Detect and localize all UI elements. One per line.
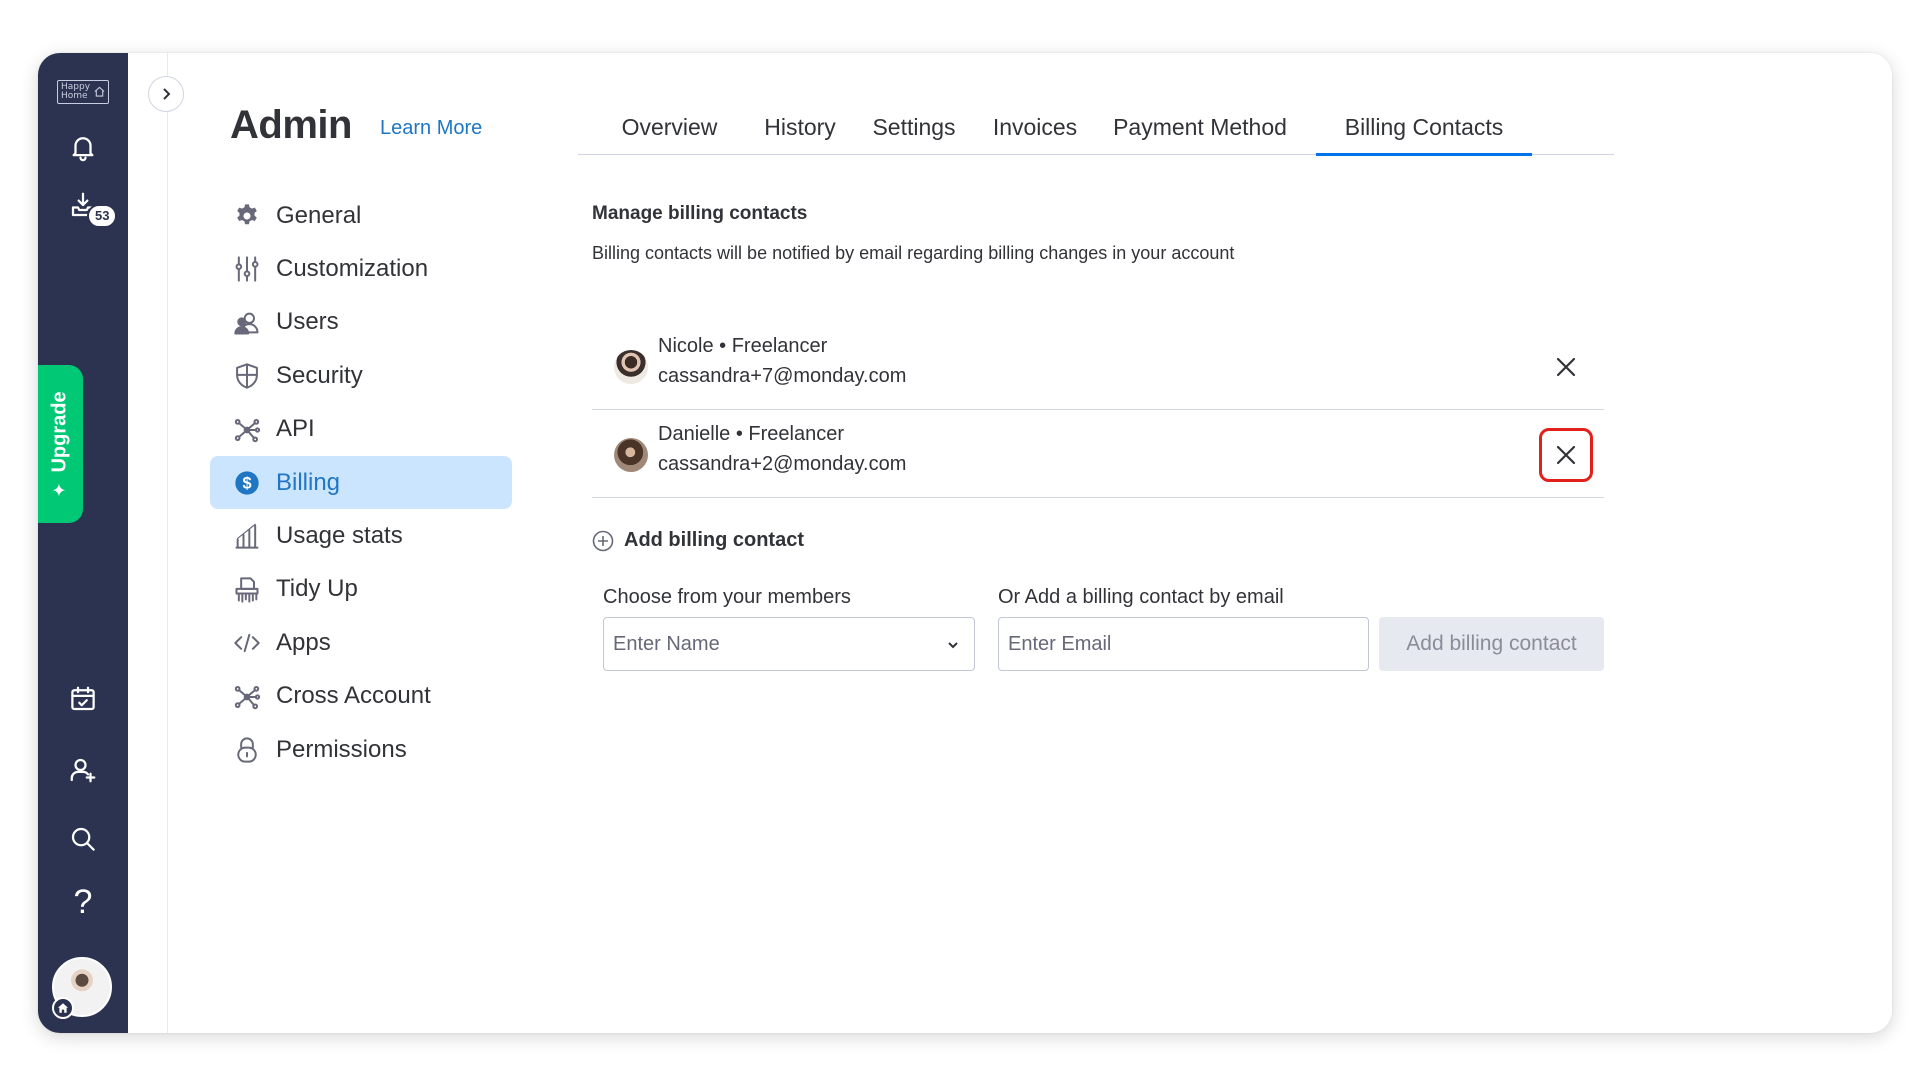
tab-history[interactable]: History xyxy=(759,105,841,155)
shield-icon xyxy=(232,361,262,391)
help-icon[interactable]: ? xyxy=(63,882,103,922)
sidebar-item-label: Cross Account xyxy=(276,682,431,710)
svg-text:$: $ xyxy=(242,475,251,493)
page-title: Admin xyxy=(230,103,352,147)
section-title: Manage billing contacts xyxy=(592,203,808,224)
dollar-coin-icon: $ xyxy=(232,468,262,498)
section-description: Billing contacts will be notified by ema… xyxy=(592,243,1235,263)
users-icon xyxy=(232,308,262,338)
sidebar-item-billing[interactable]: $ Billing xyxy=(210,455,512,510)
left-rail: Happy Home 53 ? xyxy=(38,53,128,1033)
contact-name-role: Danielle • Freelancer xyxy=(658,423,844,445)
add-heading-label: Add billing contact xyxy=(624,529,804,551)
add-billing-contact-button[interactable]: Add billing contact xyxy=(1379,617,1604,671)
sidebar-item-customization[interactable]: Customization xyxy=(210,242,512,295)
sidebar-collapse-strip xyxy=(128,53,168,1033)
remove-contact-button[interactable] xyxy=(1539,428,1593,482)
bar-chart-icon xyxy=(232,521,262,551)
tab-invoices[interactable]: Invoices xyxy=(987,105,1083,155)
sidebar-item-label: Permissions xyxy=(276,735,407,763)
contact-email: cassandra+2@monday.com xyxy=(658,453,907,475)
contact-avatar xyxy=(614,350,648,384)
sidebar-item-label: Usage stats xyxy=(276,522,403,550)
sidebar-item-label: Users xyxy=(276,308,339,336)
sidebar-item-cross-account[interactable]: Cross Account xyxy=(210,670,512,723)
search-icon[interactable] xyxy=(63,819,103,859)
sidebar-item-label: Security xyxy=(276,361,363,389)
api-network-icon xyxy=(232,415,262,445)
chevron-right-icon xyxy=(163,88,171,100)
close-icon xyxy=(1556,445,1576,465)
contact-name-role: Nicole • Freelancer xyxy=(658,335,828,357)
lock-icon xyxy=(232,735,262,765)
notification-count-badge: 53 xyxy=(87,204,118,228)
sidebar-item-apps[interactable]: Apps xyxy=(210,616,512,669)
bell-icon[interactable] xyxy=(63,127,103,167)
code-icon xyxy=(232,628,262,658)
remove-contact-button[interactable] xyxy=(1539,340,1593,394)
expand-sidebar-button[interactable] xyxy=(148,76,184,112)
upgrade-label: Upgrade xyxy=(49,390,71,473)
network-icon xyxy=(232,682,262,712)
tab-billing-contacts[interactable]: Billing Contacts xyxy=(1316,105,1532,156)
app-window: Happy Home 53 ? ✦ Upgrade Admin Learn Mo… xyxy=(38,53,1892,1033)
upgrade-button[interactable]: ✦ Upgrade xyxy=(38,365,83,523)
contact-avatar xyxy=(614,438,648,472)
email-input[interactable] xyxy=(998,617,1369,671)
plus-circle-icon xyxy=(592,530,614,551)
sidebar-item-general[interactable]: General xyxy=(210,189,512,242)
gear-icon xyxy=(232,201,262,231)
sidebar-item-label: Tidy Up xyxy=(276,575,358,603)
email-field-label: Or Add a billing contact by email xyxy=(998,586,1284,608)
member-select[interactable]: Enter Name xyxy=(603,617,975,671)
sparkle-icon: ✦ xyxy=(50,482,70,498)
members-field-label: Choose from your members xyxy=(603,586,851,608)
admin-menu: General Customization Users Security API xyxy=(210,189,512,776)
sidebar-item-label: Billing xyxy=(276,468,341,496)
tab-settings[interactable]: Settings xyxy=(867,105,961,155)
home-icon[interactable] xyxy=(52,997,74,1019)
billing-contact-row: Nicole • Freelancer cassandra+7@monday.c… xyxy=(592,322,1604,410)
invite-user-icon[interactable] xyxy=(63,750,103,790)
chevron-down-icon xyxy=(948,642,958,649)
sidebar-item-api[interactable]: API xyxy=(210,403,512,456)
sidebar-item-label: Apps xyxy=(276,628,331,656)
calendar-check-icon[interactable] xyxy=(63,679,103,719)
sidebar-item-label: Customization xyxy=(276,255,429,283)
contact-email: cassandra+7@monday.com xyxy=(658,365,907,387)
tab-payment-method[interactable]: Payment Method xyxy=(1109,105,1291,155)
sliders-icon xyxy=(232,254,262,284)
workspace-logo[interactable]: Happy Home xyxy=(57,80,109,104)
house-icon xyxy=(94,86,105,97)
admin-tabs: Overview History Settings Invoices Payme… xyxy=(578,105,1614,156)
shredder-icon xyxy=(232,575,262,605)
sidebar-item-label: General xyxy=(276,201,362,229)
billing-contact-row: Danielle • Freelancer cassandra+2@monday… xyxy=(592,410,1604,498)
sidebar-item-security[interactable]: Security xyxy=(210,349,512,402)
sidebar-item-tidy-up[interactable]: Tidy Up xyxy=(210,563,512,616)
sidebar-item-users[interactable]: Users xyxy=(210,296,512,349)
sidebar-item-usage-stats[interactable]: Usage stats xyxy=(210,509,512,562)
learn-more-link[interactable]: Learn More xyxy=(380,117,482,140)
add-billing-contact-heading[interactable]: Add billing contact xyxy=(592,529,804,552)
tab-overview[interactable]: Overview xyxy=(604,105,735,155)
sidebar-item-permissions[interactable]: Permissions xyxy=(210,723,512,776)
member-select-placeholder: Enter Name xyxy=(613,633,720,655)
sidebar-item-label: API xyxy=(276,415,315,443)
close-icon xyxy=(1556,357,1576,377)
logo-text: Happy Home xyxy=(61,82,91,101)
